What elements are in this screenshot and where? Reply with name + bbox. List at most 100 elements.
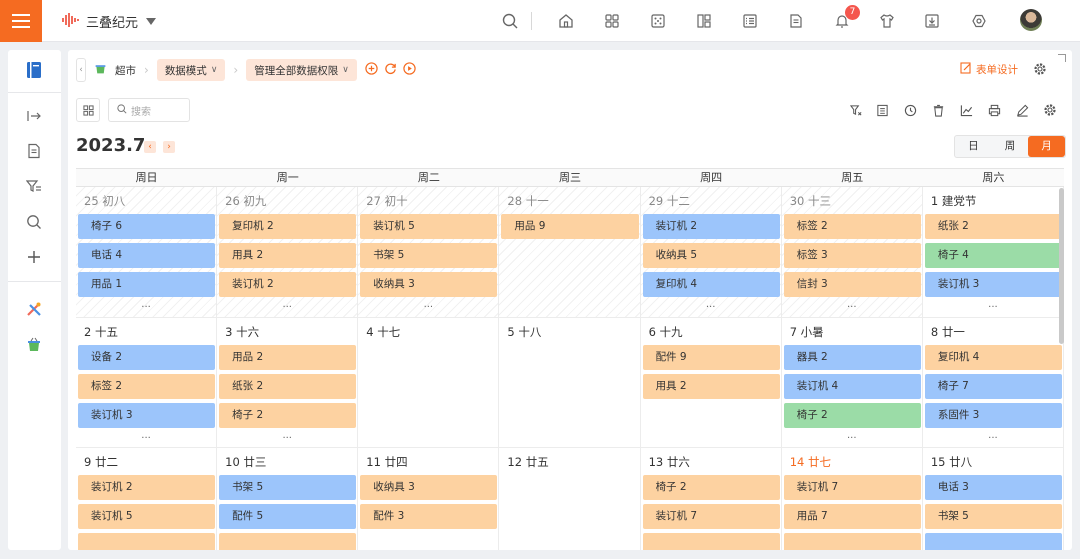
calendar-event[interactable] [642,533,780,550]
calendar-event[interactable] [219,533,357,550]
calendar-event[interactable]: 配件 3 [360,504,498,529]
calendar-event[interactable]: 纸张 2 [219,373,357,399]
calendar-event[interactable]: 装订机 2 [78,475,216,500]
basket-icon[interactable] [22,333,46,357]
dice-icon[interactable] [646,9,670,33]
search-input[interactable]: 搜索 [108,98,190,122]
more-events-link[interactable]: ··· [217,303,357,313]
more-events-link[interactable]: ··· [358,303,498,313]
more-events-link[interactable]: ··· [782,433,922,444]
print-icon[interactable] [984,100,1004,120]
calendar-event[interactable]: 电话 4 [78,243,216,268]
calendar-event[interactable]: 纸张 2 [924,214,1062,239]
app-switcher[interactable]: 三叠纪元 [62,10,157,32]
day-cell[interactable]: 5 十八 [499,317,641,448]
filter-list-icon[interactable] [22,174,46,198]
day-cell[interactable]: 8 廿一 复印机 4 椅子 7 系固件 3 ··· [922,317,1064,448]
home-icon[interactable] [554,9,578,33]
add-icon[interactable] [22,245,46,269]
calendar-event[interactable]: 装订机 3 [924,272,1062,297]
more-events-link[interactable]: ··· [217,433,357,444]
calendar-event[interactable]: 电话 3 [924,475,1062,500]
next-month-icon[interactable]: › [163,141,175,153]
day-cell[interactable]: 15 廿八 电话 3 书架 5 [923,448,1064,550]
book-icon[interactable] [22,58,46,82]
form-design-button[interactable]: 表单设计 [960,62,1018,77]
refresh-icon[interactable] [384,62,397,78]
permission-dropdown[interactable]: 管理全部数据权限 ∨ [246,59,357,81]
more-events-link[interactable]: ··· [782,303,922,313]
calendar-event[interactable]: 标签 3 [783,243,921,268]
gear-icon[interactable] [1033,62,1047,79]
calendar-event[interactable]: 用品 9 [501,214,639,239]
day-cell[interactable]: 13 廿六 椅子 2 装订机 7 [641,448,782,550]
delete-icon[interactable] [928,100,948,120]
list-detail-icon[interactable] [872,100,892,120]
bell-icon[interactable]: 7 [830,5,860,33]
calendar-event[interactable]: 书架 5 [219,475,357,500]
apps-grid-icon[interactable] [600,9,624,33]
tools-icon[interactable] [22,297,46,321]
calendar-event[interactable]: 复印机 2 [219,214,357,239]
calendar-event[interactable]: 椅子 4 [924,243,1062,268]
calendar-event[interactable]: 装订机 2 [219,272,357,297]
collapse-left-icon[interactable]: ‹ [76,58,86,82]
download-icon[interactable] [920,9,944,33]
document-icon[interactable] [784,9,808,33]
scrollbar[interactable] [1059,188,1064,344]
filter-icon[interactable] [846,100,866,120]
calendar-event[interactable]: 装订机 3 [78,402,216,428]
avatar[interactable] [1020,9,1042,31]
calendar-event[interactable]: 书架 5 [924,504,1062,529]
add-circle-icon[interactable] [365,62,378,78]
calendar-event[interactable]: 复印机 4 [642,272,780,297]
record-list-icon[interactable] [22,139,46,163]
more-events-link[interactable]: ··· [76,303,216,313]
calendar-event[interactable]: 用品 7 [783,504,921,529]
day-cell[interactable]: 12 廿五 [499,448,641,550]
calendar-event[interactable]: 椅子 6 [78,214,216,239]
widgets-icon[interactable] [692,9,716,33]
calendar-event[interactable]: 配件 5 [219,504,357,529]
calendar-event[interactable]: 标签 2 [78,373,216,399]
view-week-button[interactable]: 周 [992,136,1029,157]
calendar-event[interactable]: 装订机 5 [78,504,216,529]
play-circle-icon[interactable] [403,62,416,78]
gear-icon[interactable] [1040,100,1060,120]
day-cell[interactable]: 4 十七 [358,317,500,448]
calendar-event[interactable]: 器具 2 [783,344,921,370]
day-cell[interactable]: 11 廿四 收纳具 3 配件 3 [358,448,500,550]
calendar-event[interactable]: 书架 5 [360,243,498,268]
day-cell[interactable]: 26 初九 复印机 2 用具 2 装订机 2 ··· [217,187,359,318]
calendar-event[interactable]: 用具 2 [219,243,357,268]
day-cell[interactable]: 9 廿二 装订机 2 装订机 5 [76,448,218,550]
chart-icon[interactable] [956,100,976,120]
calendar-event[interactable] [924,533,1062,550]
calendar-event[interactable]: 用品 1 [78,272,216,297]
day-cell[interactable]: 14 廿七 装订机 7 用品 7 [782,448,923,550]
more-events-link[interactable]: ··· [923,433,1063,444]
calendar-event[interactable]: 配件 9 [642,344,780,370]
day-cell[interactable]: 2 十五 设备 2 标签 2 装订机 3 ··· [76,317,218,448]
calendar-event[interactable]: 装订机 4 [783,373,921,399]
view-month-button[interactable]: 月 [1028,136,1065,157]
more-events-link[interactable]: ··· [923,303,1063,313]
more-events-link[interactable]: ··· [76,433,216,444]
calendar-event[interactable]: 复印机 4 [924,344,1062,370]
calendar-event[interactable]: 用具 2 [642,373,780,399]
calendar-event[interactable]: 收纳具 3 [360,475,498,500]
view-mode-dropdown[interactable]: 数据模式 ∨ [156,59,226,81]
day-cell[interactable]: 10 廿三 书架 5 配件 5 [217,448,359,550]
collapse-arrow-icon[interactable] [22,104,46,128]
day-cell[interactable]: 6 十九 配件 9 用具 2 [640,317,782,448]
history-icon[interactable] [900,100,920,120]
calendar-event[interactable]: 椅子 2 [783,402,921,428]
day-cell[interactable]: 7 小暑 器具 2 装订机 4 椅子 2 ··· [781,317,923,448]
day-cell[interactable]: 28 十一 用品 9 [499,187,641,318]
layout-grid-icon[interactable] [76,98,100,122]
expand-corner-icon[interactable] [1058,54,1066,62]
more-events-link[interactable]: ··· [641,303,781,313]
calendar-event[interactable]: 收纳具 5 [642,243,780,268]
breadcrumb-root[interactable]: 超市 [94,62,136,78]
edit-icon[interactable] [1012,100,1032,120]
